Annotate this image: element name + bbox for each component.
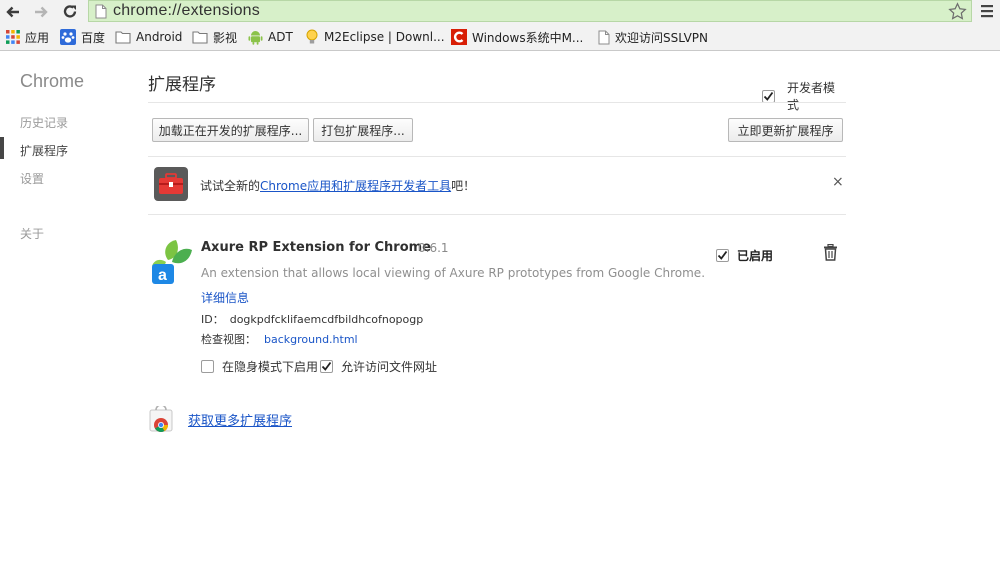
divider: [148, 102, 846, 103]
incognito-checkbox[interactable]: [201, 360, 214, 373]
promo-dev-tools-link[interactable]: Chrome应用和扩展程序开发者工具: [260, 179, 451, 193]
apps-grid-icon: [6, 30, 20, 44]
bookmark-label: Windows系统中M...: [472, 30, 584, 45]
bulb-icon: [305, 29, 319, 45]
extension-id: ID： dogkpdfcklifaemcdfbildhcofnopogp: [201, 311, 423, 327]
extension-name: Axure RP Extension for Chrome: [201, 240, 432, 255]
baidu-paw-icon: [60, 29, 76, 45]
bookmark-label: Android: [136, 30, 183, 44]
sidebar: Chrome 历史记录 扩展程序 设置 关于: [0, 52, 140, 582]
bookmark-m2eclipse[interactable]: M2Eclipse | Downl...: [301, 24, 449, 51]
divider: [148, 156, 846, 157]
bookmark-adt[interactable]: ADT: [244, 24, 297, 51]
bookmark-label: ADT: [268, 30, 293, 44]
red-c-icon: [451, 29, 467, 45]
android-robot-icon: [248, 29, 263, 45]
sidebar-active-marker: [0, 137, 4, 159]
reload-icon: [63, 5, 77, 18]
axure-leaf-icon: a: [152, 240, 192, 284]
checkmark-icon: [717, 250, 728, 260]
file-access-checkbox[interactable]: [320, 360, 334, 373]
omnibox-url[interactable]: chrome://extensions: [113, 2, 260, 20]
extension-description: An extension that allows local viewing o…: [201, 266, 706, 280]
chrome-web-store-icon: [149, 406, 173, 432]
trash-icon[interactable]: [823, 244, 838, 261]
sidebar-item-history[interactable]: 历史记录: [20, 114, 68, 131]
star-icon[interactable]: [948, 2, 967, 21]
omnibox[interactable]: chrome://extensions: [88, 0, 972, 22]
promo-text: 试试全新的Chrome应用和扩展程序开发者工具吧！: [200, 177, 475, 194]
extension-id-value: dogkpdfcklifaemcdfbildhcofnopogp: [229, 313, 424, 326]
sidebar-item-about[interactable]: 关于: [20, 225, 44, 242]
background-page-link[interactable]: background.html: [264, 333, 358, 346]
folder-icon: [192, 30, 208, 44]
promo-suffix: 吧！: [451, 179, 476, 193]
bookmark-label: 应用: [25, 30, 50, 45]
bookmark-baidu[interactable]: 百度: [56, 24, 109, 51]
enabled-checkbox[interactable]: [716, 249, 729, 262]
svg-text:a: a: [158, 267, 167, 284]
back-button[interactable]: [2, 1, 24, 23]
get-more-extensions-link[interactable]: 获取更多扩展程序: [188, 410, 292, 429]
extension-options: 在隐身模式下启用 允许访问文件网址: [201, 358, 437, 375]
bookmark-folder-android[interactable]: Android: [111, 24, 186, 51]
extension-item: a Axure RP Extension for Chrome 0.6.1 An…: [148, 228, 846, 378]
page-icon: [95, 4, 107, 18]
bookmarks-bar: 应用 百度 Android 影视 ADT M2Eclipse | Downl..…: [0, 24, 1000, 51]
file-access-label: 允许访问文件网址: [341, 360, 438, 374]
developer-mode-toggle[interactable]: 开发者模式: [762, 79, 846, 113]
checkmark-icon: [763, 91, 774, 101]
incognito-label: 在隐身模式下启用: [222, 360, 319, 374]
bookmark-windows[interactable]: Windows系统中M...: [447, 24, 587, 51]
inspect-views-label: 检查视图：: [201, 333, 256, 346]
bookmark-sslvpn[interactable]: 欢迎访问SSLVPN: [594, 24, 712, 51]
folder-icon: [115, 30, 131, 44]
update-extensions-button[interactable]: 立即更新扩展程序: [728, 118, 843, 142]
back-icon: [6, 6, 19, 18]
close-icon[interactable]: ×: [832, 174, 844, 190]
checkmark-icon: [321, 361, 332, 371]
sidebar-brand: Chrome: [20, 71, 85, 91]
menu-icon: [981, 5, 993, 18]
page-icon: [598, 30, 610, 45]
inspect-views: 检查视图： background.html: [201, 331, 358, 347]
bookmark-folder-videos[interactable]: 影视: [188, 24, 241, 51]
developer-mode-label: 开发者模式: [787, 81, 836, 112]
bookmark-label: 欢迎访问SSLVPN: [615, 30, 709, 45]
extension-version: 0.6.1: [418, 241, 449, 255]
extension-details-link[interactable]: 详细信息: [201, 289, 249, 306]
reload-button[interactable]: [59, 1, 81, 23]
chrome-menu-button[interactable]: [978, 2, 996, 23]
browser-toolbar: chrome://extensions: [0, 0, 1000, 24]
page-title: 扩展程序: [148, 75, 216, 95]
developer-mode-checkbox[interactable]: [762, 89, 775, 103]
dev-tools-promo: 试试全新的Chrome应用和扩展程序开发者工具吧！ ×: [148, 158, 846, 214]
toolbox-icon: [154, 167, 188, 201]
forward-icon: [35, 6, 48, 18]
sidebar-item-extensions[interactable]: 扩展程序: [20, 142, 68, 159]
bookmark-label: M2Eclipse | Downl...: [324, 30, 445, 44]
bookmark-apps[interactable]: 应用: [2, 24, 53, 51]
bookmark-label: 百度: [81, 30, 106, 45]
get-more-extensions: 获取更多扩展程序: [148, 404, 292, 434]
pack-extension-button[interactable]: 打包扩展程序...: [313, 118, 413, 142]
bookmark-label: 影视: [213, 30, 238, 45]
promo-prefix: 试试全新的: [200, 179, 261, 193]
divider: [148, 214, 846, 215]
enabled-label: 已启用: [737, 249, 774, 263]
load-unpacked-button[interactable]: 加载正在开发的扩展程序...: [152, 118, 309, 142]
extension-enabled-toggle[interactable]: 已启用: [716, 247, 773, 264]
sidebar-item-settings[interactable]: 设置: [20, 170, 44, 187]
extension-id-label: ID：: [201, 313, 224, 326]
forward-button[interactable]: [30, 1, 52, 23]
